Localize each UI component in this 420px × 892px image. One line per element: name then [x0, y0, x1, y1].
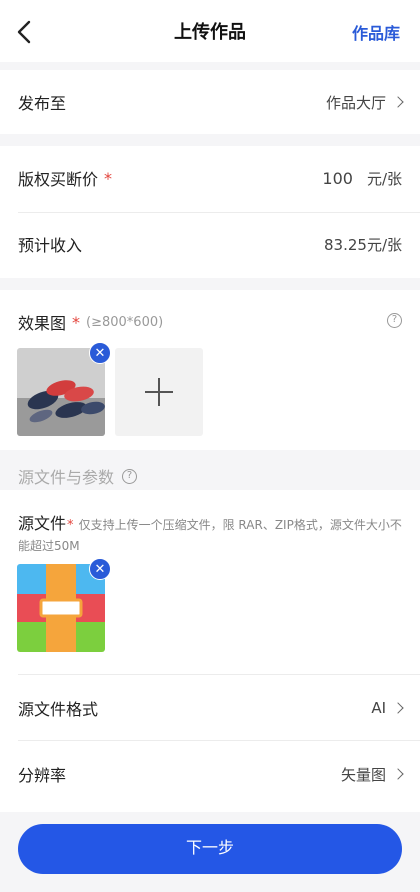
- effect-image-label: 效果图: [18, 314, 67, 333]
- section-title: 源文件与参数: [18, 468, 115, 487]
- source-file-hint: 仅支持上传一个压缩文件，限 RAR、ZIP格式，源文件大小不能超过50M: [18, 518, 402, 553]
- price-row: 版权买断价 * 100 元/张: [18, 146, 402, 210]
- publish-card: 发布至 作品大厅: [0, 70, 420, 134]
- remove-x-icon[interactable]: ✕: [89, 558, 111, 580]
- help-circle-icon[interactable]: ?: [387, 313, 402, 328]
- format-row[interactable]: 源文件格式 AI: [18, 676, 404, 740]
- required-mark: *: [104, 168, 113, 188]
- section-header: 源文件与参数 ?: [18, 464, 138, 488]
- source-file-label: 源文件: [18, 514, 67, 533]
- top-bar: 上传作品 作品库: [0, 0, 420, 62]
- library-link[interactable]: 作品库: [352, 20, 400, 44]
- required-mark: *: [72, 312, 81, 332]
- publish-value: 作品大厅: [325, 93, 386, 112]
- required-mark: *: [67, 518, 74, 533]
- price-label: 版权买断价: [18, 170, 99, 189]
- chevron-right-icon: [392, 768, 404, 780]
- format-value: AI: [371, 699, 386, 717]
- resolution-value: 矢量图: [340, 765, 386, 784]
- help-circle-icon[interactable]: ?: [122, 468, 138, 484]
- income-value: 83.25元/张: [324, 235, 402, 254]
- resolution-label: 分辨率: [18, 766, 67, 785]
- add-image-button[interactable]: [115, 348, 203, 436]
- resolution-row[interactable]: 分辨率 矢量图: [18, 742, 404, 806]
- price-unit: 元/张: [366, 169, 402, 188]
- chevron-right-icon: [392, 96, 404, 108]
- remove-x-icon[interactable]: ✕: [89, 342, 111, 364]
- source-file-card: 源文件* 仅支持上传一个压缩文件，限 RAR、ZIP格式，源文件大小不能超过50…: [0, 490, 420, 812]
- chevron-right-icon: [392, 702, 404, 714]
- income-row: 预计收入 83.25元/张: [18, 212, 402, 276]
- format-label: 源文件格式: [18, 700, 99, 719]
- next-step-button[interactable]: 下一步: [18, 824, 402, 874]
- size-hint: (≥800*600): [86, 314, 164, 330]
- effect-image-header: 效果图 * (≥800*600): [18, 310, 163, 334]
- source-file-header: 源文件* 仅支持上传一个压缩文件，限 RAR、ZIP格式，源文件大小不能超过50…: [18, 510, 402, 556]
- publish-row[interactable]: 发布至 作品大厅: [18, 70, 404, 134]
- divider: [18, 740, 420, 741]
- divider: [18, 674, 420, 675]
- price-card: 版权买断价 * 100 元/张 预计收入 83.25元/张: [0, 146, 420, 278]
- income-label: 预计收入: [18, 236, 83, 255]
- effect-image-card: 效果图 * (≥800*600) ? ✕: [0, 290, 420, 450]
- publish-label: 发布至: [18, 94, 67, 113]
- price-input[interactable]: 100: [322, 169, 353, 188]
